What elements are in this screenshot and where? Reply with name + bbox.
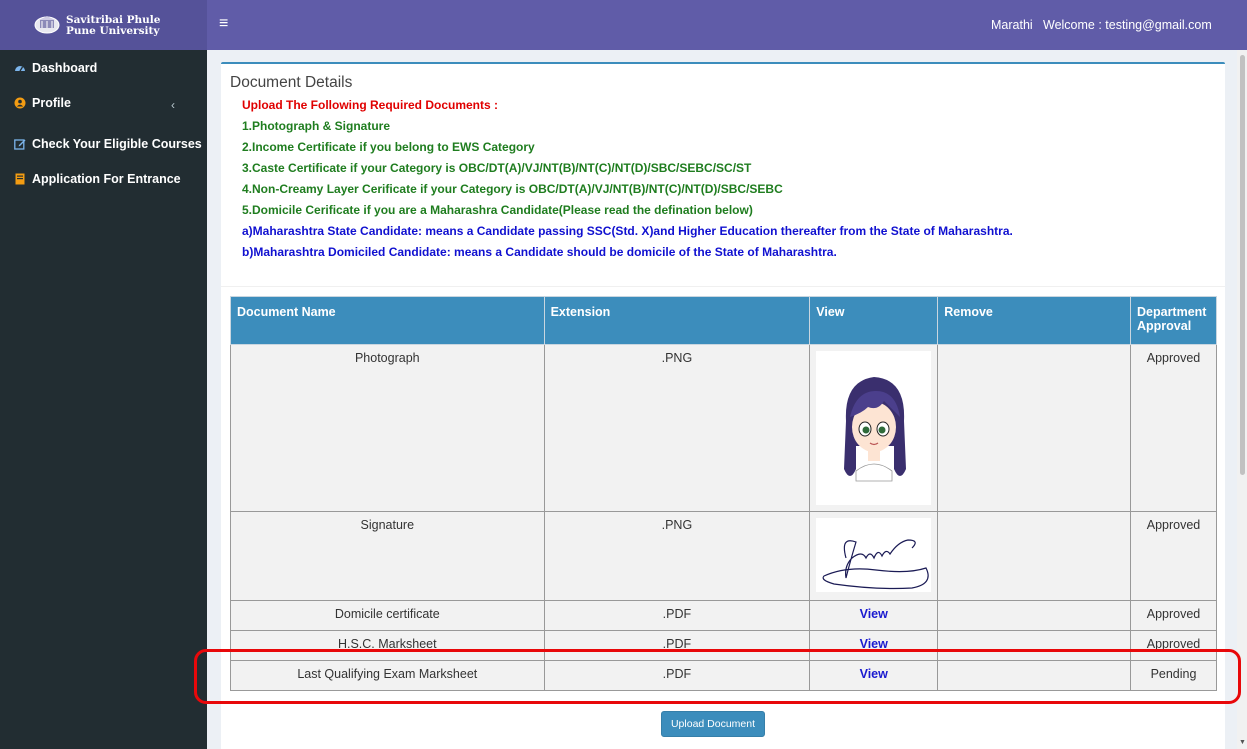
instruction-note: b)Maharashtra Domiciled Candidate: means… bbox=[242, 245, 837, 259]
sidebar bbox=[0, 50, 207, 749]
view-link[interactable]: View bbox=[860, 637, 888, 651]
column-header-document-name: Document Name bbox=[230, 296, 545, 345]
remove-cell bbox=[937, 660, 1131, 691]
top-navbar: Savitribai Phule Pune University ≡ Marat… bbox=[0, 0, 1247, 50]
document-name-cell: Last Qualifying Exam Marksheet bbox=[230, 660, 545, 691]
approval-status: Pending bbox=[1130, 660, 1217, 691]
document-name-cell: Photograph bbox=[230, 344, 545, 512]
instruction-heading: Upload The Following Required Documents … bbox=[242, 98, 499, 112]
user-welcome[interactable]: Welcome : testing@gmail.com bbox=[1043, 18, 1212, 32]
table-row: Photograph .PNG Approved bbox=[230, 344, 1217, 512]
university-emblem-icon bbox=[34, 16, 60, 34]
sidebar-toggle-button[interactable]: ≡ bbox=[219, 14, 228, 34]
sidebar-item-profile[interactable]: Profile bbox=[14, 96, 71, 110]
instruction-item: 3.Caste Certificate if your Category is … bbox=[242, 161, 752, 175]
edit-icon bbox=[14, 139, 26, 150]
view-link[interactable]: View bbox=[860, 667, 888, 681]
language-link[interactable]: Marathi bbox=[991, 18, 1033, 32]
extension-cell: .PDF bbox=[543, 600, 811, 631]
instruction-item: 2.Income Certificate if you belong to EW… bbox=[242, 140, 535, 154]
view-cell: View bbox=[809, 660, 939, 691]
scroll-down-arrow-icon[interactable]: ▼ bbox=[1239, 739, 1246, 746]
table-row: Signature .PNG Approved bbox=[230, 511, 1217, 601]
sidebar-item-application-entrance[interactable]: Application For Entrance bbox=[14, 172, 181, 186]
chevron-left-icon[interactable]: ‹ bbox=[171, 98, 175, 112]
approval-status: Approved bbox=[1130, 344, 1217, 512]
logo-text: Savitribai Phule Pune University bbox=[66, 15, 160, 37]
box-title: Document Details bbox=[230, 74, 353, 91]
instruction-item: 5.Domicile Cerificate if you are a Mahar… bbox=[242, 203, 753, 217]
sidebar-item-eligible-courses[interactable]: Check Your Eligible Courses bbox=[14, 137, 202, 151]
documents-table: Document Name Extension View Remove Depa… bbox=[230, 296, 1217, 691]
document-name-cell: Signature bbox=[230, 511, 545, 601]
extension-cell: .PNG bbox=[543, 344, 811, 512]
table-row: Domicile certificate .PDF View Approved bbox=[230, 600, 1217, 631]
document-name-cell: H.S.C. Marksheet bbox=[230, 630, 545, 661]
user-circle-icon bbox=[14, 97, 26, 109]
sidebar-item-label: Application For Entrance bbox=[32, 172, 181, 186]
sidebar-item-label: Profile bbox=[32, 96, 71, 110]
column-header-remove: Remove bbox=[937, 296, 1131, 345]
sidebar-item-label: Check Your Eligible Courses bbox=[32, 137, 202, 151]
dashboard-icon bbox=[15, 66, 25, 72]
column-header-extension: Extension bbox=[543, 296, 811, 345]
upload-document-button[interactable]: Upload Document bbox=[661, 711, 765, 737]
sidebar-item-dashboard[interactable]: Dashboard bbox=[14, 61, 97, 75]
remove-cell bbox=[937, 630, 1131, 661]
column-header-view: View bbox=[809, 296, 939, 345]
approval-status: Approved bbox=[1130, 600, 1217, 631]
logo-area[interactable]: Savitribai Phule Pune University bbox=[0, 0, 207, 50]
extension-cell: .PNG bbox=[543, 511, 811, 601]
view-cell: View bbox=[809, 600, 939, 631]
approval-status: Approved bbox=[1130, 511, 1217, 601]
photograph-thumbnail[interactable] bbox=[816, 351, 932, 505]
remove-cell bbox=[937, 600, 1131, 631]
instruction-item: 1.Photograph & Signature bbox=[242, 119, 391, 133]
extension-cell: .PDF bbox=[543, 660, 811, 691]
table-header-row: Document Name Extension View Remove Depa… bbox=[230, 296, 1217, 345]
approval-status: Approved bbox=[1130, 630, 1217, 661]
book-icon bbox=[15, 173, 25, 185]
view-cell bbox=[809, 344, 939, 512]
document-name-cell: Domicile certificate bbox=[230, 600, 545, 631]
remove-cell bbox=[937, 344, 1131, 512]
signature-thumbnail[interactable] bbox=[816, 518, 932, 592]
view-cell: View bbox=[809, 630, 939, 661]
divider bbox=[221, 286, 1225, 287]
logo-line-2: Pune University bbox=[66, 25, 160, 37]
instruction-note: a)Maharashtra State Candidate: means a C… bbox=[242, 224, 1013, 238]
table-row: Last Qualifying Exam Marksheet .PDF View… bbox=[230, 660, 1217, 691]
extension-cell: .PDF bbox=[543, 630, 811, 661]
sidebar-item-label: Dashboard bbox=[32, 61, 98, 75]
table-row: H.S.C. Marksheet .PDF View Approved bbox=[230, 630, 1217, 661]
column-header-department-approval: Department Approval bbox=[1130, 296, 1217, 345]
remove-cell bbox=[937, 511, 1131, 601]
instruction-item: 4.Non-Creamy Layer Cerificate if your Ca… bbox=[242, 182, 783, 196]
document-details-box: Document Details Upload The Following Re… bbox=[221, 62, 1225, 749]
view-cell bbox=[809, 511, 939, 601]
view-link[interactable]: View bbox=[860, 607, 888, 621]
scrollbar-thumb[interactable] bbox=[1240, 55, 1245, 475]
